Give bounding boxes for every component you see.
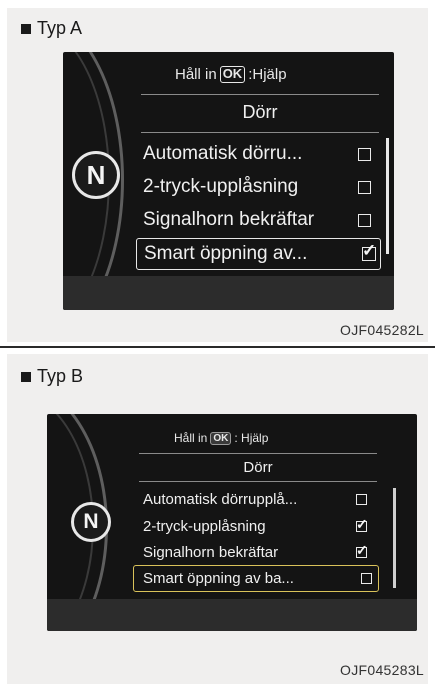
menu-item-automatisk[interactable]: Automatisk dörrupplå... [143,487,373,511]
display-bottom-bar [47,599,417,631]
panel-typ-a: Typ A N Håll in OK :Hjälp Dörr Automatis… [7,8,428,342]
menu-title: Dörr [242,102,278,122]
image-code: OJF045282L [340,322,424,338]
menu-item-automatisk[interactable]: Automatisk dörru... [143,140,375,168]
menu-item-label: Smart öppning av... [144,243,308,264]
ok-key-icon: OK [210,431,232,445]
cluster-display: N Håll in OK : Hjälp Dörr Automatisk dör… [47,414,417,631]
panel-divider [0,346,435,348]
header-rule [141,94,379,95]
title-rule [141,132,379,133]
hint-prefix: Håll in [175,66,217,83]
scrollbar[interactable] [386,138,389,254]
menu-item-2-tryck[interactable]: 2-tryck-upplåsning ✓ [143,514,373,538]
checkbox-empty-icon[interactable] [358,213,371,227]
menu-item-2-tryck[interactable]: 2-tryck-upplåsning [143,173,375,201]
menu-item-label: 2-tryck-upplåsning [143,176,299,197]
hint-prefix: Håll in [174,431,208,445]
checkbox-empty-icon[interactable] [358,147,371,161]
checkbox-empty-icon[interactable] [356,493,367,505]
help-hint: Håll in OK :Hjälp [175,66,287,83]
ok-key-icon: OK [219,66,246,83]
heading-text: Typ A [37,18,83,38]
bullet-square-icon [21,23,31,34]
heading-text: Typ B [37,366,84,386]
header-rule [139,453,377,454]
panel-heading: Typ A [21,18,82,39]
menu-item-label: Smart öppning av ba... [143,570,294,587]
menu-item-smart-oppning-selected[interactable]: Smart öppning av... ✓ [136,238,381,270]
title-rule [139,481,377,482]
hint-suffix: :Hjälp [248,66,287,83]
menu-item-label: Automatisk dörru... [143,143,303,164]
image-code: OJF045283L [340,662,424,678]
hint-suffix: : Hjälp [234,431,269,445]
menu-item-label: Signalhorn bekräftar [143,209,315,230]
checkbox-checked-icon[interactable]: ✓ [362,241,376,261]
scrollbar[interactable] [393,488,396,588]
panel-typ-b: Typ B N Håll in OK : Hjälp Dörr Automati… [7,354,428,684]
checkbox-empty-icon[interactable] [358,180,371,194]
menu-item-label: 2-tryck-upplåsning [143,517,266,535]
menu-item-label: Signalhorn bekräftar [143,543,279,561]
menu-title: Dörr [243,459,273,476]
cluster-display: N Håll in OK :Hjälp Dörr Automatisk dörr… [63,52,394,310]
checkbox-checked-icon[interactable]: ✓ [356,516,368,532]
gear-indicator-icon: N [71,502,111,542]
gear-indicator-icon: N [72,151,120,199]
checkbox-checked-icon[interactable]: ✓ [356,542,368,558]
bullet-square-icon [21,371,31,382]
display-bottom-bar [63,276,394,310]
menu-item-label: Automatisk dörrupplå... [143,490,298,508]
panel-heading: Typ B [21,366,83,387]
help-hint: Håll in OK : Hjälp [174,431,268,445]
menu-item-signalhorn[interactable]: Signalhorn bekräftar ✓ [143,540,373,564]
menu-item-smart-oppning-selected[interactable]: Smart öppning av ba... [133,565,379,592]
checkbox-empty-icon[interactable] [361,573,372,584]
menu-item-signalhorn[interactable]: Signalhorn bekräftar [143,206,375,234]
